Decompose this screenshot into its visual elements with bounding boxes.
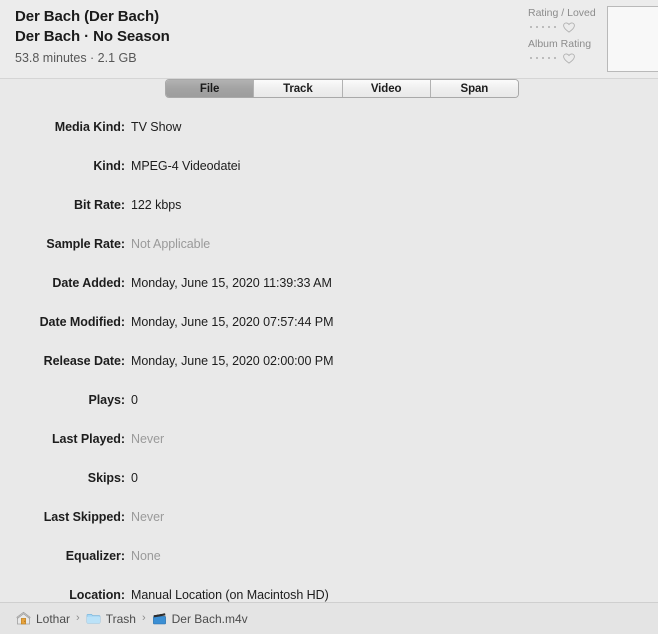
field-row-sample-rate: Sample Rate: Not Applicable [0, 236, 658, 275]
breadcrumb-label-trash: Trash [105, 611, 136, 626]
rating-stars-control[interactable] [528, 20, 600, 34]
rating-star-1-icon[interactable] [530, 26, 532, 28]
field-value-skips: 0 [131, 471, 138, 485]
field-label-media-kind: Media Kind: [54, 120, 125, 134]
folder-icon [86, 611, 101, 626]
field-label-skips: Skips: [87, 471, 125, 485]
rating-star-2-icon[interactable] [536, 26, 538, 28]
field-label-last-played: Last Played: [51, 432, 125, 446]
field-label-bit-rate: Bit Rate: [74, 198, 125, 212]
field-value-plays: 0 [131, 393, 138, 407]
field-value-bit-rate: 122 kbps [131, 198, 182, 212]
album-rating-star-3-icon[interactable] [542, 57, 544, 59]
field-label-plays: Plays: [88, 393, 125, 407]
tab-track[interactable]: Track [254, 80, 343, 97]
ratings-panel: Rating / Loved Album Rating [528, 6, 600, 68]
field-value-location: Manual Location (on Macintosh HD) [131, 588, 329, 602]
tab-span[interactable]: Span [430, 80, 518, 97]
breadcrumb-separator-2: › [141, 612, 146, 624]
page-title: Der Bach (Der Bach) [15, 8, 159, 25]
field-label-sample-rate: Sample Rate: [46, 237, 125, 251]
tabbar-container: File Track Video Span [0, 79, 658, 101]
info-header: Der Bach (Der Bach) Der Bach · No Season… [0, 0, 658, 79]
rating-loved-group: Rating / Loved [528, 6, 600, 34]
field-row-skips: Skips: 0 [0, 470, 658, 509]
field-value-kind: MPEG-4 Videodatei [131, 159, 241, 173]
field-row-kind: Kind: MPEG-4 Videodatei [0, 158, 658, 197]
tab-video[interactable]: Video [342, 80, 431, 97]
field-label-kind: Kind: [93, 159, 125, 173]
heart-outline-icon[interactable] [563, 21, 575, 33]
tabbar: File Track Video Span [165, 79, 519, 98]
field-row-plays: Plays: 0 [0, 392, 658, 431]
field-label-date-modified: Date Modified: [39, 315, 125, 329]
rating-star-3-icon[interactable] [542, 26, 544, 28]
field-row-date-added: Date Added: Monday, June 15, 2020 11:39:… [0, 275, 658, 314]
field-value-date-modified: Monday, June 15, 2020 07:57:44 PM [131, 315, 334, 329]
field-label-equalizer: Equalizer: [65, 549, 125, 563]
field-row-equalizer: Equalizer: None [0, 548, 658, 587]
rating-loved-label: Rating / Loved [528, 7, 596, 19]
album-rating-group: Album Rating [528, 37, 600, 65]
show-season-subtitle: Der Bach · No Season [15, 28, 170, 45]
field-value-date-added: Monday, June 15, 2020 11:39:33 AM [131, 276, 332, 290]
field-label-last-skipped: Last Skipped: [43, 510, 125, 524]
album-rating-star-4-icon[interactable] [548, 57, 550, 59]
field-row-bit-rate: Bit Rate: 122 kbps [0, 197, 658, 236]
rating-star-4-icon[interactable] [548, 26, 550, 28]
breadcrumb-item-file[interactable]: Der Bach.m4v [152, 611, 248, 626]
album-rating-star-1-icon[interactable] [530, 57, 532, 59]
album-rating-stars-control[interactable] [528, 51, 600, 65]
field-row-last-skipped: Last Skipped: Never [0, 509, 658, 548]
field-label-release-date: Release Date: [43, 354, 125, 368]
field-label-location: Location: [69, 588, 125, 602]
field-row-last-played: Last Played: Never [0, 431, 658, 470]
field-value-last-skipped: Never [131, 510, 165, 524]
header-titles: Der Bach (Der Bach) Der Bach · No Season… [15, 7, 170, 68]
song-info-window: Der Bach (Der Bach) Der Bach · No Season… [0, 0, 658, 634]
home-folder-icon [16, 611, 31, 626]
album-artwork[interactable] [607, 6, 658, 72]
breadcrumb-item-lothar[interactable]: Lothar [16, 611, 70, 626]
breadcrumb: Lothar › Trash › Der Bach.m4v [0, 602, 658, 634]
album-rating-label: Album Rating [528, 38, 592, 50]
field-value-equalizer: None [131, 549, 161, 563]
rating-star-5-icon[interactable] [554, 26, 556, 28]
file-info-fields: Media Kind: TV Show Kind: MPEG-4 Videoda… [0, 101, 658, 602]
field-value-last-played: Never [131, 432, 165, 446]
movie-clapperboard-icon [152, 611, 167, 626]
field-label-date-added: Date Added: [52, 276, 125, 290]
breadcrumb-label-lothar: Lothar [36, 611, 71, 626]
breadcrumb-separator-1: › [76, 612, 80, 624]
field-row-release-date: Release Date: Monday, June 15, 2020 02:0… [0, 353, 658, 392]
field-value-media-kind: TV Show [131, 120, 182, 134]
album-rating-star-2-icon[interactable] [536, 57, 538, 59]
album-rating-star-5-icon[interactable] [554, 57, 556, 59]
breadcrumb-item-trash[interactable]: Trash [86, 611, 136, 626]
field-row-media-kind: Media Kind: TV Show [0, 119, 658, 158]
album-heart-outline-icon[interactable] [563, 52, 575, 64]
tab-file[interactable]: File [166, 80, 255, 97]
field-value-sample-rate: Not Applicable [131, 237, 211, 251]
field-row-location: Location: Manual Location (on Macintosh … [0, 587, 658, 602]
field-row-date-modified: Date Modified: Monday, June 15, 2020 07:… [0, 314, 658, 353]
duration-size-meta: 53.8 minutes · 2.1 GB [15, 51, 137, 65]
field-value-release-date: Monday, June 15, 2020 02:00:00 PM [131, 354, 334, 368]
breadcrumb-label-file: Der Bach.m4v [171, 611, 248, 626]
